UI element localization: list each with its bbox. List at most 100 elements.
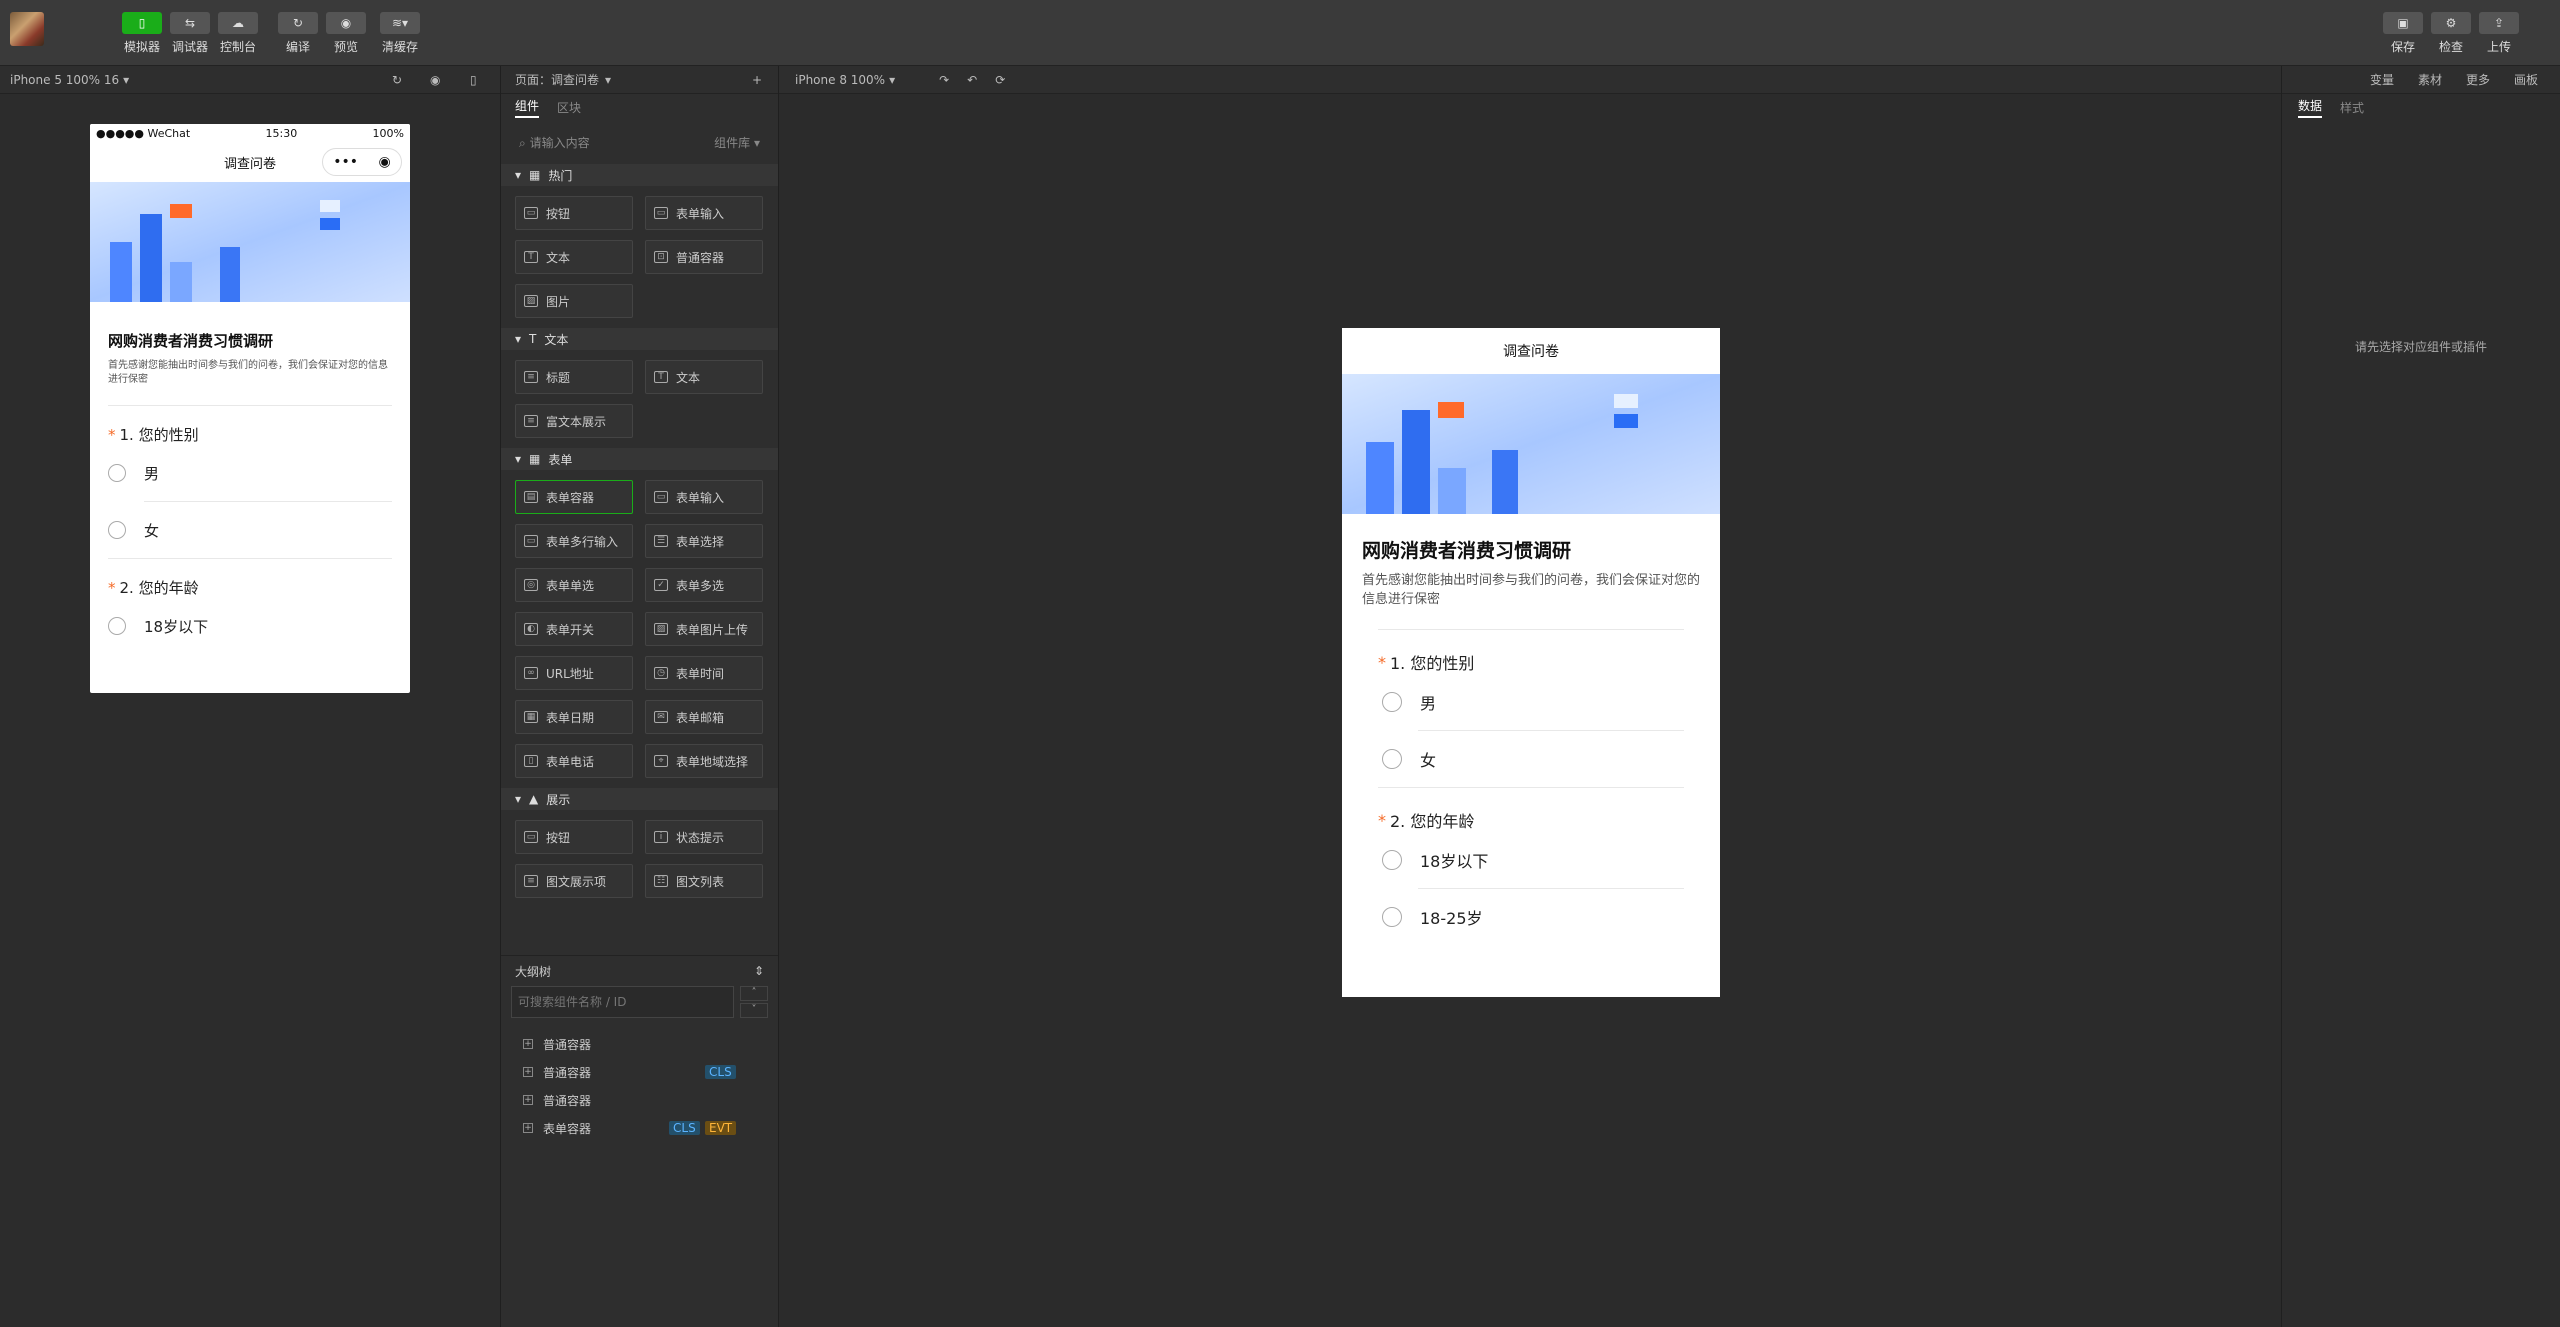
device-icon[interactable]: ▯ xyxy=(470,73,477,87)
component-heading[interactable]: ≡ 标题 xyxy=(515,360,633,394)
chevron-down-icon: ▾ xyxy=(515,452,522,466)
category-text[interactable]: ▾ T 文本 xyxy=(501,328,778,350)
page-canvas[interactable]: 调查问卷 网购消费者消费习惯调研 首先感谢您能抽出时间参与我们的问卷，我们会保证… xyxy=(1342,328,1720,997)
refresh-icon[interactable]: ⟳ xyxy=(995,73,1005,87)
debugger-button[interactable]: ⇆ 调试器 xyxy=(170,12,210,55)
library-select[interactable]: 组件库 xyxy=(714,136,750,150)
component-status[interactable]: i 状态提示 xyxy=(645,820,763,854)
option-under-18[interactable]: 18岁以下 xyxy=(1382,832,1700,888)
radio-icon[interactable] xyxy=(1382,907,1402,927)
simulator-device-select[interactable]: iPhone 5 100% 16 xyxy=(10,73,119,87)
tab-style[interactable]: 样式 xyxy=(2340,99,2364,116)
expand-icon[interactable]: + xyxy=(523,1095,533,1105)
component-image[interactable]: ▨ 图片 xyxy=(515,284,633,318)
tab-data[interactable]: 数据 xyxy=(2298,97,2323,118)
category-form[interactable]: ▾ ▦ 表单 xyxy=(501,448,778,470)
close-target-icon[interactable]: ◉ xyxy=(379,154,391,170)
component-media-list[interactable]: ☷ 图文列表 xyxy=(645,864,763,898)
properties-panel: 数据 样式 请先选择对应组件或插件 xyxy=(2282,94,2560,1327)
component-form-textarea[interactable]: ▭ 表单多行输入 xyxy=(515,524,633,558)
simulator-area: ●●●●● WeChat 15:30 100% 调查问卷 ••• ◉ 网购消费者消… xyxy=(0,94,500,1327)
component-rich-text[interactable]: ≡ 富文本展示 xyxy=(515,404,633,438)
component-form-region[interactable]: ⌖ 表单地域选择 xyxy=(645,744,763,778)
divider xyxy=(108,405,392,406)
chevron-up-icon[interactable]: ˄ xyxy=(740,986,768,1001)
add-page-icon[interactable]: + xyxy=(752,73,762,87)
component-form-checkbox[interactable]: ✓ 表单多选 xyxy=(645,568,763,602)
component-container[interactable]: ⊡ 普通容器 xyxy=(645,240,763,274)
option-male[interactable]: 男 xyxy=(108,445,392,501)
component-form-image-upload[interactable]: ▨ 表单图片上传 xyxy=(645,612,763,646)
phone-preview[interactable]: ●●●●● WeChat 15:30 100% 调查问卷 ••• ◉ 网购消费者消… xyxy=(90,124,410,693)
radio-icon[interactable] xyxy=(108,617,126,635)
collapse-icon[interactable]: ⇕ xyxy=(754,964,764,978)
component-text[interactable]: T 文本 xyxy=(645,360,763,394)
canvas-link[interactable]: 画板 xyxy=(2514,71,2538,88)
rotate-icon[interactable]: ↻ xyxy=(392,73,402,87)
component-form-input[interactable]: ▭ 表单输入 xyxy=(645,196,763,230)
category-hot[interactable]: ▾ ▦ 热门 xyxy=(501,164,778,186)
page-select[interactable]: 页面：调查问卷 xyxy=(515,71,599,88)
option-under-18[interactable]: 18岁以下 xyxy=(108,598,392,654)
radio-icon[interactable] xyxy=(1382,749,1402,769)
component-form-radio[interactable]: ◎ 表单单选 xyxy=(515,568,633,602)
component-form-phone[interactable]: ▯ 表单电话 xyxy=(515,744,633,778)
component-form-input[interactable]: ▭ 表单输入 xyxy=(645,480,763,514)
outline-title: 大纲树 xyxy=(515,964,552,979)
tree-node[interactable]: + 普通容器 CLS xyxy=(501,1058,778,1086)
component-button[interactable]: ▭ 按钮 xyxy=(515,196,633,230)
console-button[interactable]: ☁ 控制台 xyxy=(218,12,258,55)
editor-device-select[interactable]: iPhone 8 100% xyxy=(795,73,885,87)
save-button[interactable]: ▣ 保存 xyxy=(2383,12,2423,55)
upload-button[interactable]: ⇪ 上传 xyxy=(2479,12,2519,55)
outline-search-input[interactable] xyxy=(511,986,734,1018)
redo-icon[interactable]: ↷ xyxy=(939,73,949,87)
component-form-switch[interactable]: ◐ 表单开关 xyxy=(515,612,633,646)
component-text[interactable]: T 文本 xyxy=(515,240,633,274)
option-18-25[interactable]: 18-25岁 xyxy=(1382,889,1700,945)
simulator-button[interactable]: ▯ 模拟器 xyxy=(122,12,162,55)
capsule-button[interactable]: ••• ◉ xyxy=(322,148,402,176)
expand-icon[interactable]: + xyxy=(523,1067,533,1077)
preview-button[interactable]: ◉ 预览 xyxy=(326,12,366,55)
expand-icon[interactable]: + xyxy=(523,1039,533,1049)
category-display[interactable]: ▾ ▲ 展示 xyxy=(501,788,778,810)
editor-subbar: iPhone 8 100% ▾ ↷ ↶ ⟳ 变量 素材 更多 画板 xyxy=(779,66,2560,94)
option-male[interactable]: 男 xyxy=(1382,674,1700,730)
outline-search-row: ˄ ˅ xyxy=(501,986,778,1018)
option-female[interactable]: 女 xyxy=(108,502,392,558)
record-icon[interactable]: ◉ xyxy=(430,73,440,87)
undo-icon[interactable]: ↶ xyxy=(967,73,977,87)
tree-node[interactable]: + 普通容器 xyxy=(501,1086,778,1114)
component-form-email[interactable]: ✉ 表单邮箱 xyxy=(645,700,763,734)
component-form-select[interactable]: ☰ 表单选择 xyxy=(645,524,763,558)
more-link[interactable]: 更多 xyxy=(2466,71,2490,88)
form-container[interactable]: 网购消费者消费习惯调研 首先感谢您能抽出时间参与我们的问卷，我们会保证对您的信息… xyxy=(1342,536,1720,945)
component-url[interactable]: ∞ URL地址 xyxy=(515,656,633,690)
inspect-button[interactable]: ⚙ 检查 xyxy=(2431,12,2471,55)
component-form-date[interactable]: ▦ 表单日期 xyxy=(515,700,633,734)
form-container-icon: ▤ xyxy=(524,491,538,503)
component-button[interactable]: ▭ 按钮 xyxy=(515,820,633,854)
component-search[interactable]: ⌕ 请输入内容 组件库 ▾ xyxy=(511,128,768,156)
variables-link[interactable]: 变量 xyxy=(2370,71,2394,88)
component-form-time[interactable]: ◷ 表单时间 xyxy=(645,656,763,690)
option-female[interactable]: 女 xyxy=(1382,731,1700,787)
tab-blocks[interactable]: 区块 xyxy=(557,99,581,116)
expand-icon[interactable]: + xyxy=(523,1123,533,1133)
compile-button[interactable]: ↻ 编译 xyxy=(278,12,318,55)
avatar[interactable] xyxy=(10,12,44,46)
radio-icon[interactable] xyxy=(108,464,126,482)
chevron-down-icon[interactable]: ˅ xyxy=(740,1003,768,1018)
more-icon[interactable]: ••• xyxy=(333,154,358,170)
radio-icon[interactable] xyxy=(108,521,126,539)
radio-icon[interactable] xyxy=(1382,850,1402,870)
component-form-container[interactable]: ▤ 表单容器 xyxy=(515,480,633,514)
component-media-item[interactable]: ≡ 图文展示项 xyxy=(515,864,633,898)
tab-components[interactable]: 组件 xyxy=(515,97,540,118)
tree-node[interactable]: + 表单容器 CLS EVT xyxy=(501,1114,778,1142)
assets-link[interactable]: 素材 xyxy=(2418,71,2442,88)
clear-cache-button[interactable]: ≋▾ 清缓存 xyxy=(380,12,420,55)
tree-node[interactable]: + 普通容器 xyxy=(501,1030,778,1058)
radio-icon[interactable] xyxy=(1382,692,1402,712)
